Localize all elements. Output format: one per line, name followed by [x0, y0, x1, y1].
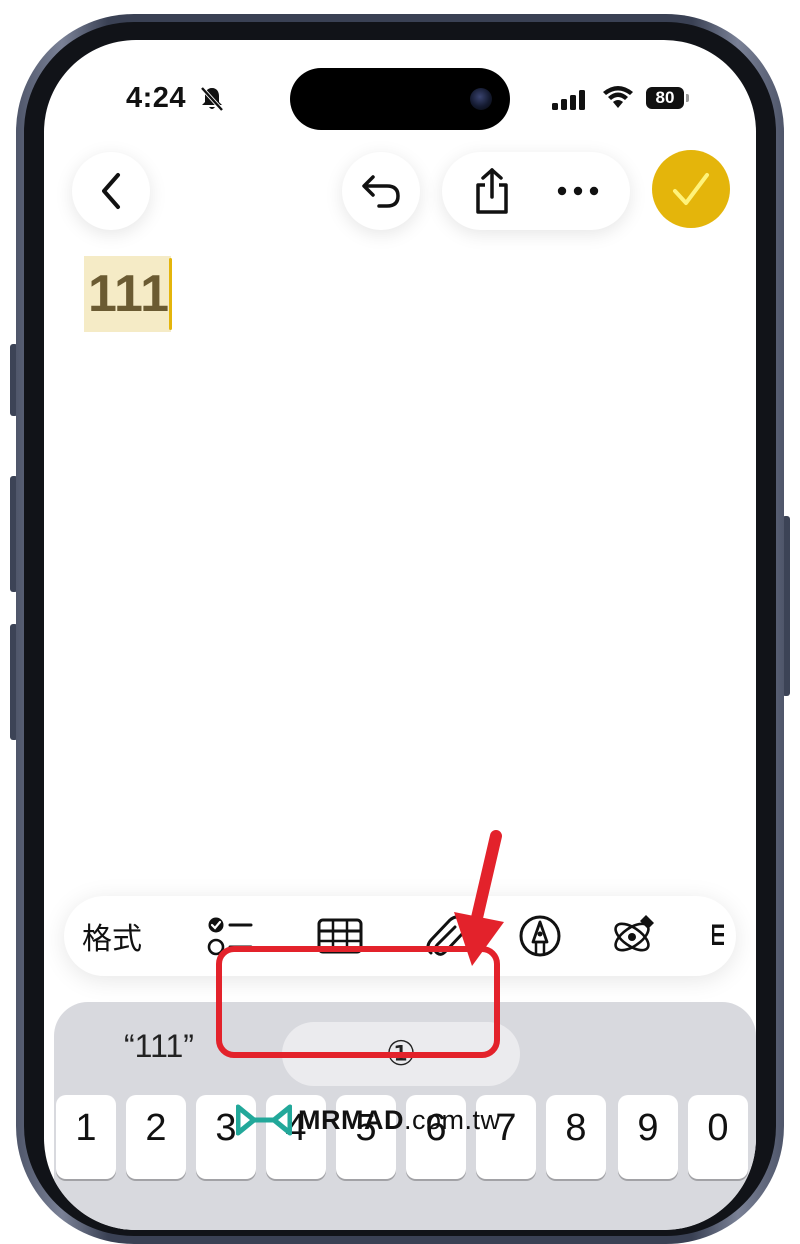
writing-tools-button[interactable] [604, 896, 664, 976]
dynamic-island [290, 68, 510, 130]
share-icon[interactable] [472, 167, 512, 215]
apple-intelligence-icon [614, 915, 654, 952]
actions-pill [442, 152, 630, 230]
red-arrow-icon [424, 830, 514, 975]
bell-slash-icon [200, 86, 224, 117]
watermark-brand: MRMAD [298, 1104, 404, 1135]
more-icon[interactable] [556, 185, 600, 197]
battery-icon: 80 [646, 87, 684, 109]
text-cursor [169, 258, 172, 330]
key-0[interactable]: 0 [688, 1095, 748, 1179]
markup-pen-icon [519, 915, 561, 957]
undo-button[interactable] [342, 152, 420, 230]
back-button[interactable] [72, 152, 150, 230]
battery-tip [686, 94, 689, 102]
toolbar-item-truncated[interactable]: E [712, 896, 724, 976]
cellular-signal-icon [552, 90, 588, 115]
checkmark-icon [673, 173, 709, 205]
watermark: MRMAD .com.tw [236, 1100, 501, 1140]
front-camera [470, 88, 492, 110]
wifi-icon [602, 86, 634, 115]
status-time: 4:24 [126, 82, 187, 114]
suggestion-quoted[interactable]: “111” [124, 1028, 194, 1065]
mrmad-logo-icon [236, 1104, 292, 1136]
key-8[interactable]: 8 [546, 1095, 606, 1179]
key-2[interactable]: 2 [126, 1095, 186, 1179]
chevron-left-icon [102, 173, 120, 209]
format-button[interactable]: 格式 [82, 896, 142, 976]
note-text-selected[interactable]: 111 [84, 256, 172, 332]
key-9[interactable]: 9 [618, 1095, 678, 1179]
watermark-domain: .com.tw [403, 1104, 501, 1135]
done-button[interactable] [652, 150, 730, 228]
markup-button[interactable] [510, 896, 570, 976]
key-1[interactable]: 1 [56, 1095, 116, 1179]
undo-icon [362, 175, 400, 208]
